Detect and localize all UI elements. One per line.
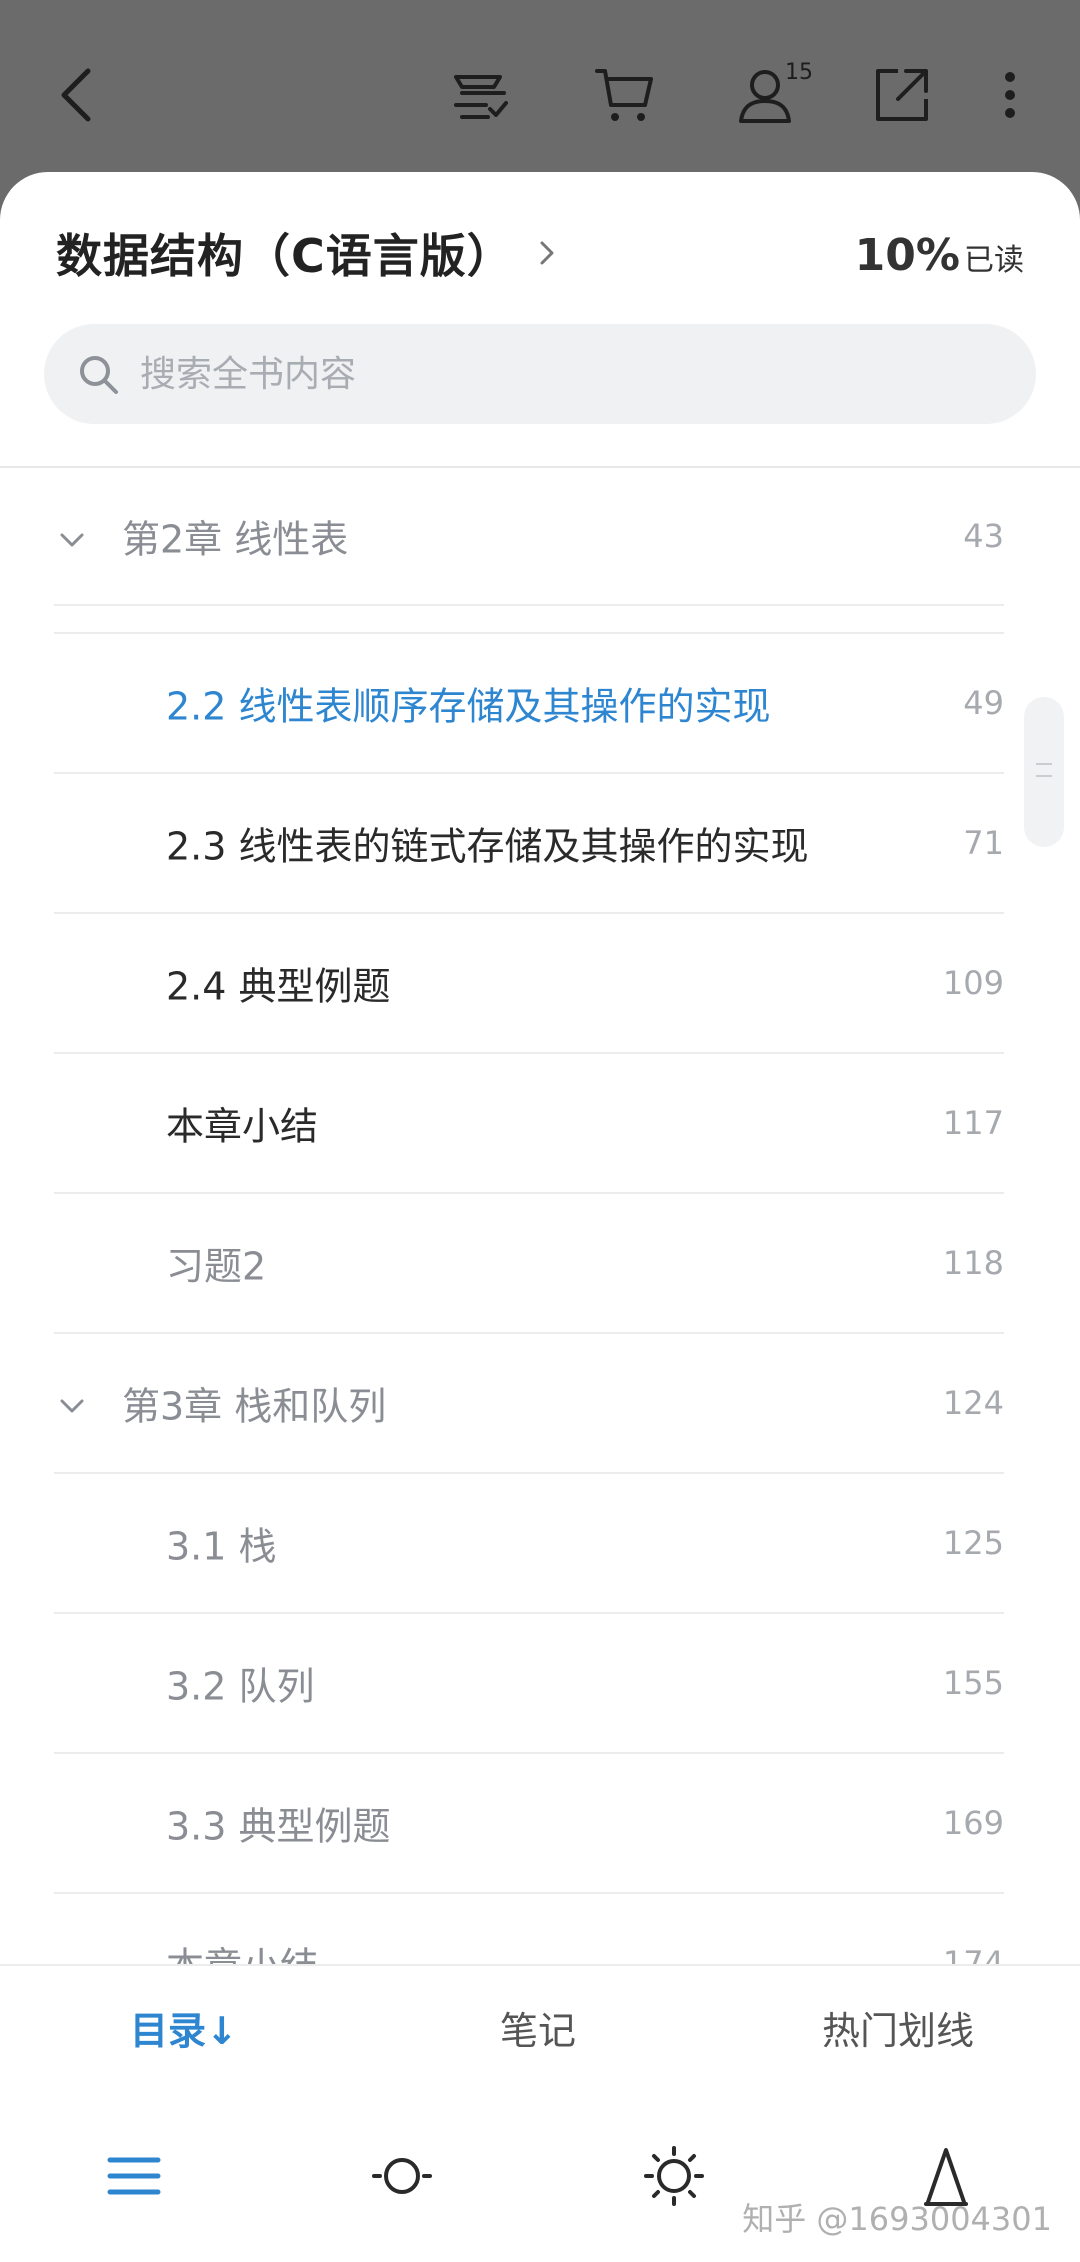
toc-page-number: 124	[942, 1384, 1004, 1422]
toc-label: 3.3 典型例题	[166, 1804, 391, 1849]
toc-section-row[interactable]: 2.4 典型例题 109	[54, 914, 1004, 1054]
user-badge: 15	[785, 60, 813, 85]
scrollbar-handle[interactable]	[1024, 697, 1064, 847]
toc-sheet: 数据结构（C语言版） 10% 已读 第2章 线性表 43 2.2 线性表顺序存储及其…	[0, 172, 1080, 2262]
toc-label: 习题2	[166, 1244, 267, 1289]
tab-bar: 目录↓ 笔记 热门划线	[0, 1966, 1080, 2096]
tool-bar: 知乎 @1693004301	[0, 2096, 1080, 2262]
read-progress: 10% 已读	[855, 230, 1024, 281]
toc-chapter-row[interactable]: 第2章 线性表 43	[54, 468, 1004, 606]
progress-suffix: 已读	[964, 243, 1024, 278]
toc-section-row[interactable]: 习题2 118	[54, 1194, 1004, 1334]
toc-page-number: 43	[963, 517, 1004, 555]
reader-screen: 15 数据结构（C语言版） 10% 已读 搜索全书内容 第2章 线性表 43 2…	[0, 0, 1080, 2262]
toc-label: 2.4 典型例题	[166, 964, 391, 1009]
search-input[interactable]	[138, 352, 942, 396]
cart-icon[interactable]	[585, 55, 665, 135]
toc-list[interactable]: 第2章 线性表 43 2.2 线性表顺序存储及其操作的实现 49 2.3 线性表的链式存…	[0, 468, 1080, 2136]
toc-label: 本章小结	[166, 1104, 319, 1149]
toc-chapter-row[interactable]: 第3章 栈和队列 124	[54, 1334, 1004, 1474]
toc-page-number: 125	[942, 1524, 1004, 1562]
tab-notes[interactable]: 笔记	[500, 2000, 576, 2055]
chevron-down-icon	[60, 1399, 84, 1413]
watermark: 知乎 @1693004301	[742, 2200, 1052, 2238]
toc-section-row[interactable]: 2.3 线性表的链式存储及其操作的实现 71	[54, 774, 1004, 914]
toc-page-number: 169	[942, 1804, 1004, 1842]
menu-icon[interactable]	[94, 2136, 174, 2216]
reader-toolbar: 15	[0, 0, 1080, 190]
more-dots-icon[interactable]	[980, 55, 1040, 135]
toc-label: 3.2 队列	[166, 1664, 315, 1709]
toc-section-row[interactable]: 本章小结 117	[54, 1054, 1004, 1194]
search-icon	[80, 356, 118, 394]
search-box[interactable]	[44, 324, 1036, 424]
toc-page-number: 118	[942, 1244, 1004, 1282]
tab-toc[interactable]: 目录↓	[130, 2000, 238, 2055]
toc-section-row[interactable]: 3.2 队列 155	[54, 1614, 1004, 1754]
toc-section-row[interactable]: 3.1 栈 125	[54, 1474, 1004, 1614]
back-chevron-icon[interactable]	[40, 55, 120, 135]
tab-hot-highlights[interactable]: 热门划线	[822, 2000, 974, 2055]
grip-icon	[1036, 763, 1052, 777]
toc-page-number: 49	[963, 684, 1004, 722]
notes-check-icon[interactable]	[440, 55, 520, 135]
toc-page-number: 71	[963, 824, 1004, 862]
toc-page-number: 155	[942, 1664, 1004, 1702]
chevron-right-icon	[540, 241, 554, 265]
toc-gap-divider	[54, 632, 1004, 634]
book-title: 数据结构（C语言版）	[56, 229, 514, 283]
toc-section-row[interactable]: 2.2 线性表顺序存储及其操作的实现 49	[54, 634, 1004, 774]
toc-label: 2.2 线性表顺序存储及其操作的实现	[166, 684, 771, 729]
progress-value: 10%	[854, 230, 960, 281]
brightness-icon[interactable]	[634, 2136, 714, 2216]
toc-label: 第2章 线性表	[122, 517, 349, 562]
share-icon[interactable]	[862, 55, 942, 135]
sheet-header: 数据结构（C语言版） 10% 已读	[0, 172, 1080, 468]
toc-section-row[interactable]: 3.3 典型例题 169	[54, 1754, 1004, 1894]
toc-page-number: 117	[942, 1104, 1004, 1142]
book-title-link[interactable]: 数据结构（C语言版）	[56, 220, 562, 286]
toc-page-number: 109	[942, 964, 1004, 1002]
dim-icon[interactable]	[362, 2136, 442, 2216]
chevron-down-icon	[60, 533, 84, 547]
toc-label: 3.1 栈	[166, 1524, 277, 1569]
toc-label: 2.3 线性表的链式存储及其操作的实现	[166, 824, 809, 869]
toc-label: 第3章 栈和队列	[122, 1384, 387, 1429]
